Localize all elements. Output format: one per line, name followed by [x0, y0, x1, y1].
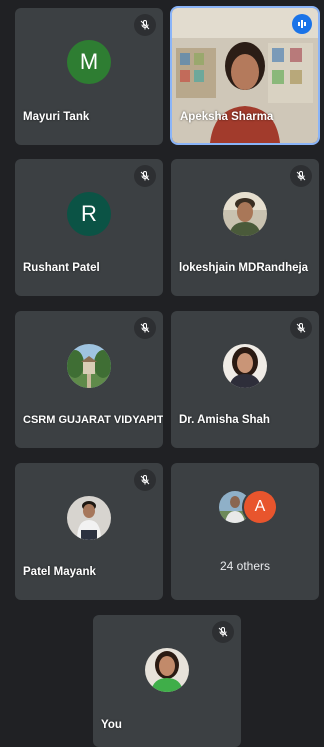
participant-name: Rushant Patel — [23, 262, 100, 274]
avatar — [67, 344, 111, 388]
participant-tile-lokeshjain[interactable]: lokeshjain MDRandheja — [171, 159, 319, 296]
participant-name: Patel Mayank — [23, 566, 96, 578]
avatar — [145, 648, 189, 692]
participant-name: lokeshjain MDRandheja — [179, 262, 309, 274]
participant-tile-csrm-gujarat-vidyapith[interactable]: CSRM GUJARAT VIDYAPITH — [15, 311, 163, 448]
avatar — [223, 192, 267, 236]
others-count: 24 others — [219, 559, 271, 573]
participant-name: Apeksha Sharma — [180, 111, 274, 123]
avatar: M — [67, 40, 111, 84]
mic-off-icon — [134, 14, 156, 36]
participant-tile-rushant-patel[interactable]: R Rushant Patel — [15, 159, 163, 296]
mic-off-icon — [290, 165, 312, 187]
avatar: R — [67, 192, 111, 236]
participant-name: CSRM GUJARAT VIDYAPITH — [23, 414, 163, 426]
avatar: A — [244, 491, 276, 523]
participant-name: Dr. Amisha Shah — [179, 414, 270, 426]
participant-tile-apeksha-sharma[interactable]: Apeksha Sharma — [172, 8, 318, 143]
participant-tile-amisha-shah[interactable]: Dr. Amisha Shah — [171, 311, 319, 448]
participant-name: Mayuri Tank — [23, 111, 90, 123]
others-tile[interactable]: A 24 others — [171, 463, 319, 600]
avatar — [67, 496, 111, 540]
mic-off-icon — [290, 317, 312, 339]
audio-level-icon — [292, 14, 312, 34]
participant-name: You — [101, 719, 122, 731]
mic-off-icon — [134, 317, 156, 339]
avatar — [223, 344, 267, 388]
mic-off-icon — [134, 165, 156, 187]
participant-tile-mayuri-tank[interactable]: M Mayuri Tank — [15, 8, 163, 145]
participant-tile-patel-mayank[interactable]: Patel Mayank — [15, 463, 163, 600]
participant-tile-you[interactable]: You — [93, 615, 241, 747]
mic-off-icon — [212, 621, 234, 643]
mic-off-icon — [134, 469, 156, 491]
